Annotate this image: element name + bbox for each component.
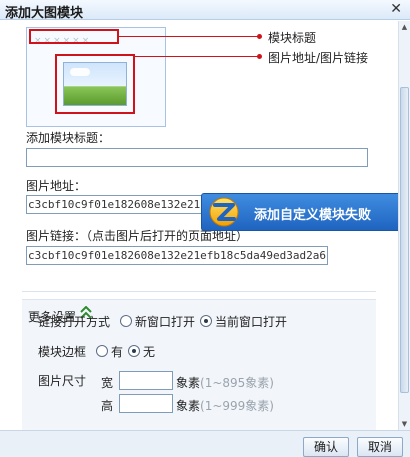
height-input[interactable] [119,394,173,413]
dialog-title: 添加大图模块 [5,6,84,21]
width-unit: 象素(1~895象素) [176,376,274,390]
module-title-input[interactable] [26,148,368,167]
height-unit: 象素(1~999象素) [176,399,274,413]
border-yes-label[interactable]: 有 [111,343,123,360]
radio-new-window[interactable] [120,315,132,327]
radio-current-window[interactable] [200,315,212,327]
title-highlight-box [29,29,119,44]
image-callout-label: 图片地址/图片链接 [268,51,369,65]
section-divider [22,291,376,292]
title-callout-dot [257,34,262,39]
close-icon[interactable]: ✕ [390,1,402,17]
height-label: 高 [101,399,114,413]
width-hint: (1~895象素) [200,376,274,390]
scrollbar-thumb[interactable] [400,87,409,393]
image-callout-line [135,56,260,57]
app-logo-icon [209,197,239,227]
error-toast-text: 添加自定义模块失败 [254,208,372,223]
dialog-titlebar: 添加大图模块 ✕ [0,0,410,21]
border-no-label[interactable]: 无 [143,343,155,360]
border-label: 模块边框 [38,345,87,359]
image-url-input[interactable]: c3cbf10c9f01e182608e132e21 [26,195,206,214]
scroll-down-icon[interactable]: ▼ [399,418,410,430]
current-window-label[interactable]: 当前窗口打开 [215,313,287,330]
height-hint: (1~999象素) [200,399,274,413]
landscape-image-icon [63,62,127,106]
dialog-content: ×××××× 模块标题 图片地址/图片链接 添加模块标题： 图片地址： c3cb… [0,21,398,430]
dialog-footer: 确认 取消 [0,430,410,457]
vertical-scrollbar[interactable]: ▲ ▼ [398,21,410,430]
title-callout-label: 模块标题 [268,31,317,45]
radio-border-no[interactable] [128,345,140,357]
cancel-button[interactable]: 取消 [357,437,403,457]
width-input[interactable] [119,371,173,390]
new-window-label[interactable]: 新窗口打开 [135,313,195,330]
add-large-image-module-dialog: 添加大图模块 ✕ ×××××× 模块标题 图片地址/图片链接 添加模块标题： 图… [0,0,410,457]
scroll-up-icon[interactable]: ▲ [399,21,410,33]
image-url-label: 图片地址： [26,179,87,193]
radio-border-yes[interactable] [96,345,108,357]
width-label: 宽 [101,376,114,390]
error-toast: 添加自定义模块失败 [201,193,398,231]
image-link-input[interactable]: c3cbf10c9f01e182608e132e21efb18c5da49ed3… [26,246,328,265]
image-callout-dot [257,54,262,59]
title-callout-line [119,36,260,37]
ok-button[interactable]: 确认 [303,437,349,457]
image-size-label: 图片尺寸 [38,374,87,388]
link-open-label: 链接打开方式 [38,315,111,329]
module-title-label: 添加模块标题： [26,131,111,145]
